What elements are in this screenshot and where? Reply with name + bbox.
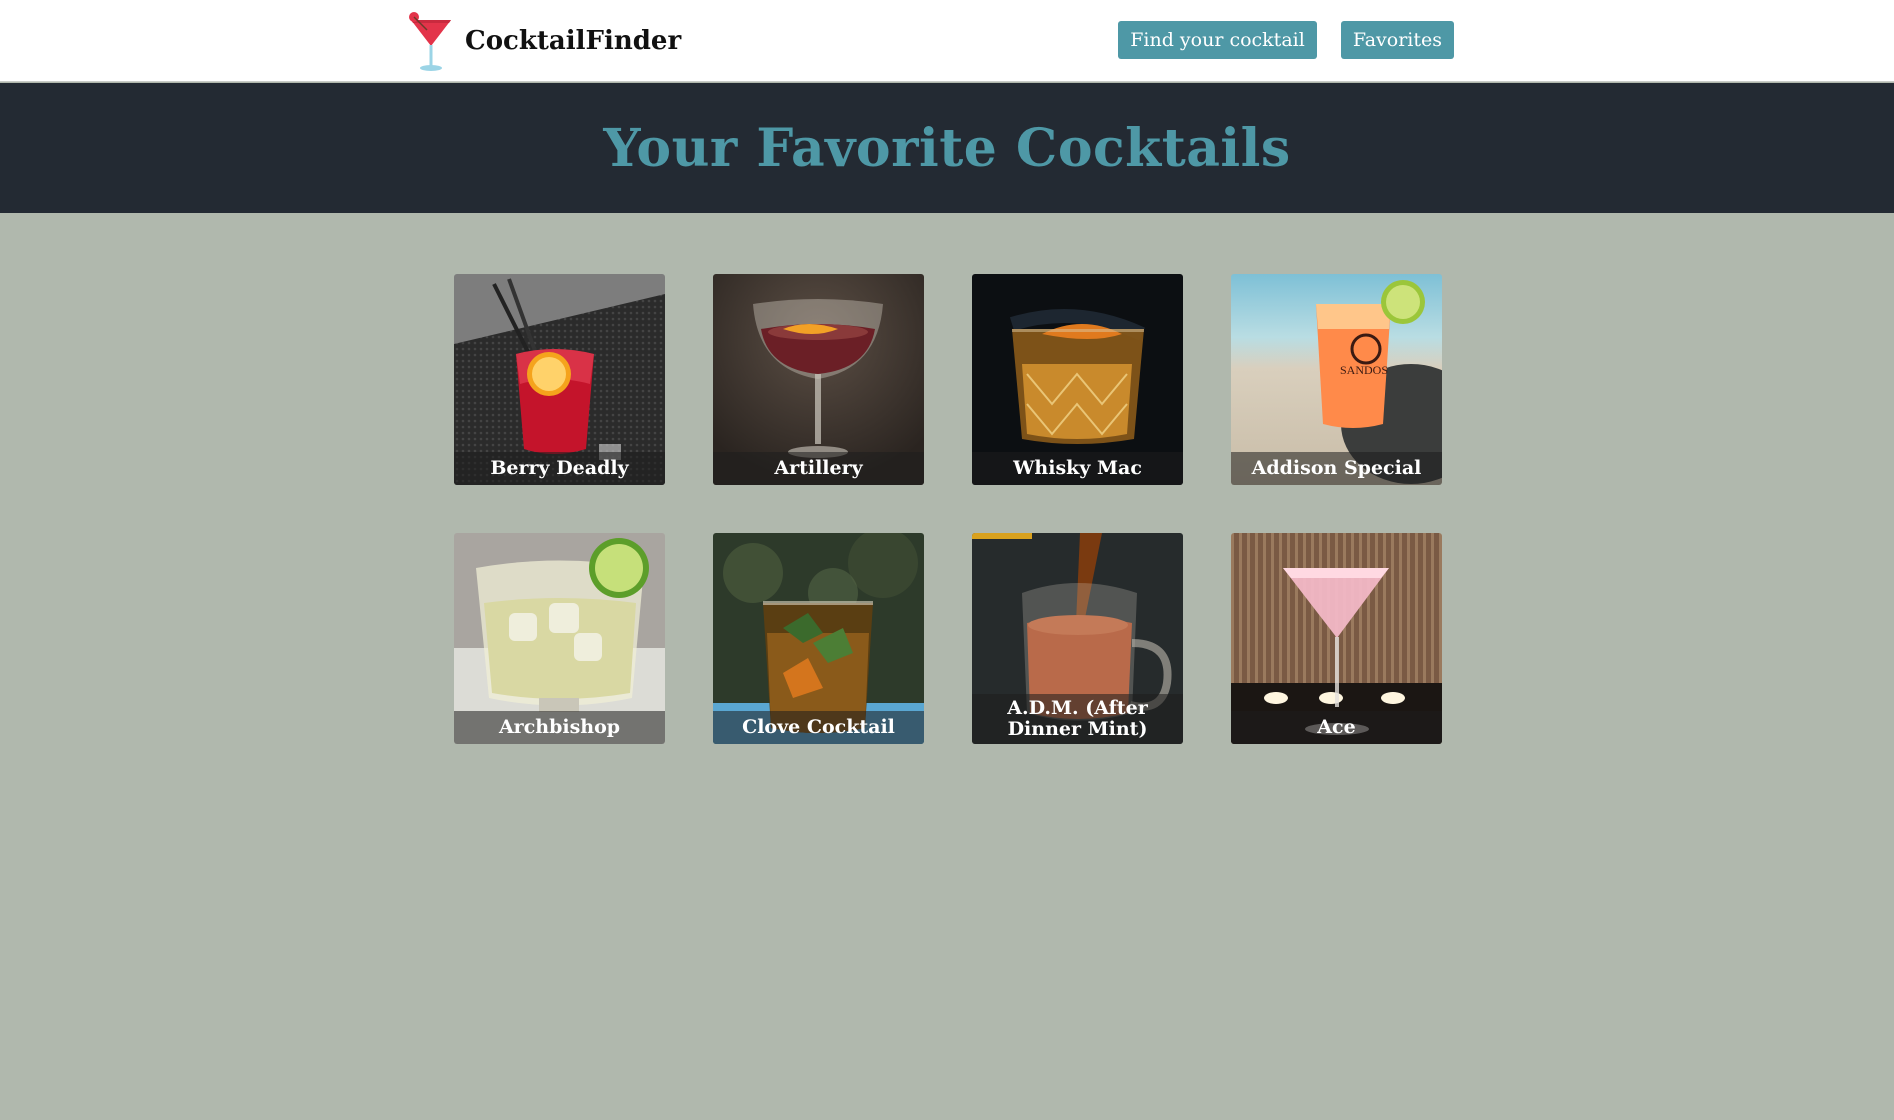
nav-actions: Find your cocktail Favorites (1118, 21, 1454, 59)
cocktail-card[interactable]: Archbishop (454, 533, 665, 744)
cocktail-card[interactable]: A.D.M. (After Dinner Mint) (972, 533, 1183, 744)
cocktail-name: Addison Special (1231, 452, 1442, 485)
brand-link[interactable]: CocktailFinder (405, 8, 681, 74)
svg-text:SANDOS: SANDOS (1340, 363, 1388, 377)
cocktail-name: Archbishop (454, 711, 665, 744)
cocktail-name: Clove Cocktail (713, 711, 924, 744)
cocktail-card[interactable]: Berry Deadly (454, 274, 665, 485)
cocktail-name: Artillery (713, 452, 924, 485)
cocktail-card[interactable]: Whisky Mac (972, 274, 1183, 485)
cocktail-card[interactable]: Artillery (713, 274, 924, 485)
cocktail-card[interactable]: Clove Cocktail (713, 533, 924, 744)
favorites-button[interactable]: Favorites (1340, 21, 1454, 59)
cocktail-card[interactable]: Ace (1231, 533, 1442, 744)
cocktail-card[interactable]: SANDOS Addison Special (1231, 274, 1442, 485)
cocktail-glass-icon (409, 12, 451, 71)
navbar: CocktailFinder Find your cocktail Favori… (0, 0, 1894, 82)
cocktail-name: A.D.M. (After Dinner Mint) (972, 694, 1183, 744)
cocktail-name: Berry Deadly (454, 452, 665, 485)
cocktail-name: Ace (1231, 711, 1442, 744)
hero-banner: Your Favorite Cocktails (0, 83, 1894, 213)
page-title: Your Favorite Cocktails (603, 117, 1291, 179)
cocktail-name: Whisky Mac (972, 452, 1183, 485)
favorites-grid: Berry Deadly Artillery Whisky Mac SANDOS… (454, 274, 1442, 744)
find-cocktail-button[interactable]: Find your cocktail (1118, 21, 1317, 59)
brand-name: CocktailFinder (465, 26, 682, 56)
